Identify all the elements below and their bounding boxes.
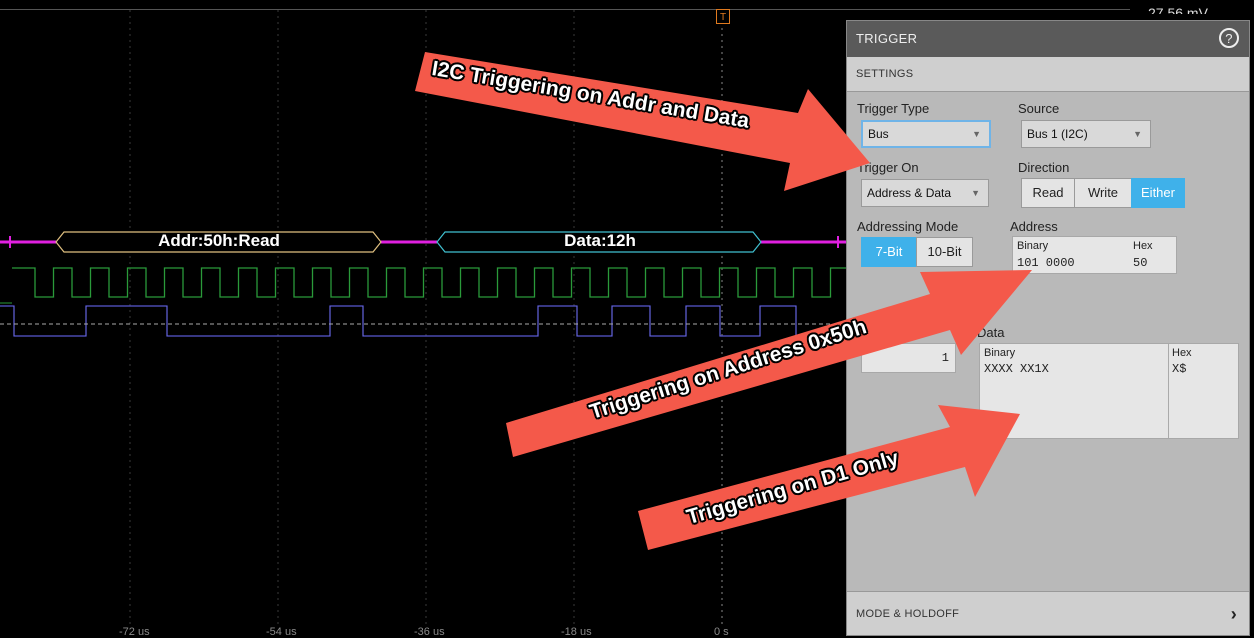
time-tick: -54 us bbox=[266, 626, 297, 638]
trigger-position-marker[interactable]: T bbox=[716, 9, 730, 24]
addressing-mode-label: Addressing Mode bbox=[857, 219, 959, 234]
data-hex-value: X$ bbox=[1172, 362, 1187, 376]
data-bytes-value: 1 bbox=[941, 351, 949, 365]
trigger-on-label: Trigger On bbox=[857, 160, 919, 175]
source-label: Source bbox=[1018, 101, 1060, 116]
trigger-type-value: Bus bbox=[868, 127, 889, 141]
address-hex-value: 50 bbox=[1133, 256, 1148, 270]
trigger-type-dropdown[interactable]: Bus ▼ bbox=[861, 120, 991, 148]
mode-holdoff-label: MODE & HOLDOFF bbox=[856, 608, 960, 620]
sda-trace-highlight bbox=[0, 305, 846, 337]
addressing-10bit-button[interactable]: 10-Bit bbox=[916, 237, 973, 267]
direction-write-button[interactable]: Write bbox=[1074, 178, 1132, 208]
sda-trace bbox=[0, 305, 846, 337]
data-binary-label: Binary bbox=[984, 347, 1016, 359]
sda-waveform bbox=[0, 305, 846, 337]
address-hex-label: Hex bbox=[1133, 240, 1153, 252]
data-label: Data bbox=[977, 325, 1005, 340]
panel-title: TRIGGER bbox=[856, 31, 918, 46]
data-field-divider bbox=[1168, 344, 1169, 438]
help-icon[interactable]: ? bbox=[1219, 28, 1239, 48]
settings-section-header[interactable]: SETTINGS bbox=[847, 57, 1249, 92]
time-tick: -36 us bbox=[414, 626, 445, 638]
time-tick: 0 s bbox=[714, 626, 729, 638]
bus-label-address: Addr:50h:Read bbox=[158, 231, 280, 250]
direction-label: Direction bbox=[1018, 160, 1070, 175]
data-binary-value: XXXX XX1X bbox=[984, 362, 1049, 376]
scl-waveform bbox=[12, 267, 846, 298]
direction-either-button[interactable]: Either bbox=[1131, 178, 1185, 208]
panel-header: TRIGGER ? bbox=[847, 21, 1249, 57]
trigger-on-value: Address & Data bbox=[867, 186, 952, 200]
time-tick: -72 us bbox=[119, 626, 150, 638]
top-readout: 27.56 mV bbox=[1148, 5, 1208, 14]
chevron-down-icon: ▼ bbox=[1133, 129, 1142, 139]
time-tick: -18 us bbox=[561, 626, 592, 638]
trigger-on-dropdown[interactable]: Address & Data ▼ bbox=[861, 179, 989, 207]
source-dropdown[interactable]: Bus 1 (I2C) ▼ bbox=[1021, 120, 1151, 148]
address-binary-value: 101 0000 bbox=[1017, 256, 1075, 270]
direction-read-button[interactable]: Read bbox=[1021, 178, 1075, 208]
address-field[interactable]: Binary 101 0000 Hex 50 bbox=[1012, 236, 1177, 274]
mode-holdoff-section[interactable]: MODE & HOLDOFF › bbox=[847, 591, 1249, 635]
chevron-right-icon: › bbox=[1230, 604, 1237, 624]
trigger-type-label: Trigger Type bbox=[857, 101, 930, 116]
addressing-7bit-button[interactable]: 7-Bit bbox=[861, 237, 917, 267]
address-label: Address bbox=[1010, 219, 1058, 234]
data-value-field[interactable]: Binary XXXX XX1X Hex X$ bbox=[979, 343, 1239, 439]
data-hex-label: Hex bbox=[1172, 347, 1192, 359]
address-binary-label: Binary bbox=[1017, 240, 1049, 252]
trigger-panel: TRIGGER ? SETTINGS Trigger Type Bus ▼ So… bbox=[846, 20, 1250, 636]
chevron-down-icon: ▼ bbox=[971, 188, 980, 198]
chevron-down-icon: ▼ bbox=[972, 129, 981, 139]
source-value: Bus 1 (I2C) bbox=[1027, 127, 1088, 141]
data-bytes-field[interactable]: 1 bbox=[861, 343, 956, 373]
bus-label-data: Data:12h bbox=[564, 231, 636, 250]
scl-trace bbox=[12, 267, 846, 298]
